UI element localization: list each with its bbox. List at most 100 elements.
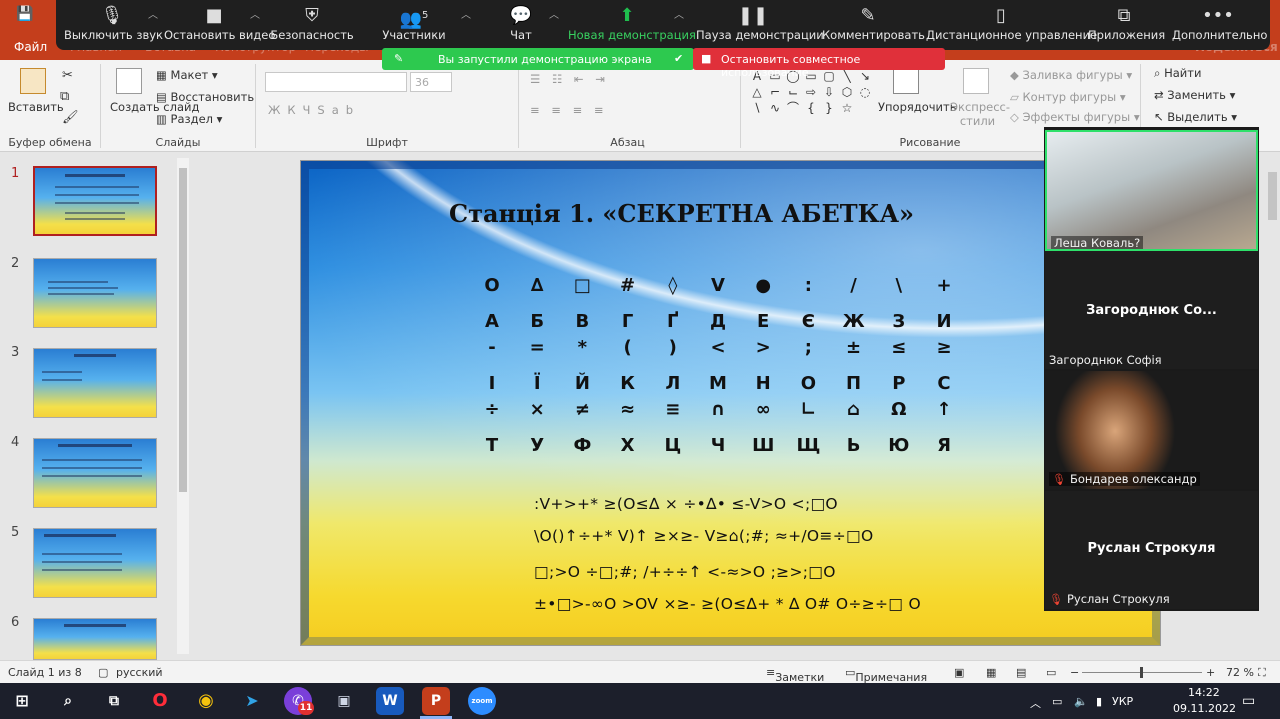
- save-icon[interactable]: ▣: [330, 687, 358, 715]
- slide-thumbnail-6[interactable]: [33, 618, 157, 660]
- chat-button[interactable]: 💬 Чат ︿: [496, 0, 559, 50]
- search-icon[interactable]: ⌕: [54, 687, 82, 715]
- zoom-out-button[interactable]: −: [1070, 666, 1079, 679]
- chevron-up-icon[interactable]: ︿: [549, 6, 559, 21]
- quick-styles-icon[interactable]: [963, 68, 989, 94]
- video-tile[interactable]: Руслан Строкуля 🎙 Руслан Строкуля: [1045, 491, 1258, 609]
- list-buttons[interactable]: ☰ ☷ ⇤ ⇥: [530, 72, 609, 86]
- tab-file[interactable]: Файл: [14, 40, 47, 54]
- slide-editor[interactable]: Станція 1. «СЕКРЕТНА АБЕТКА» O ∆ □ # ◊ V ●: / \ +…: [300, 160, 1161, 646]
- slide-thumbnail-3[interactable]: [33, 348, 157, 418]
- triangle-shape-icon[interactable]: △: [749, 85, 765, 99]
- new-slide-icon[interactable]: [116, 68, 142, 94]
- powerpoint-icon[interactable]: P: [422, 687, 450, 715]
- zoom-in-button[interactable]: +: [1206, 666, 1215, 679]
- language-indicator[interactable]: УКР: [1112, 695, 1133, 708]
- sorter-view-icon[interactable]: ▦: [986, 666, 996, 679]
- video-tile[interactable]: 🎙 Бондарев олександр: [1045, 371, 1258, 489]
- quick-styles-button[interactable]: Экспресс-стили: [950, 100, 1010, 128]
- font-name-select[interactable]: [265, 72, 407, 92]
- reset-button[interactable]: ▤ Восстановить: [156, 90, 254, 104]
- windows-start-icon[interactable]: ⊞: [8, 687, 36, 715]
- arc-shape-icon[interactable]: ⌒: [785, 101, 801, 115]
- section-button[interactable]: ▥ Раздел ▾: [156, 112, 222, 126]
- format-painter-icon[interactable]: 🖌: [62, 110, 79, 125]
- right-arrow-shape-icon[interactable]: ⇨: [803, 85, 819, 99]
- reading-view-icon[interactable]: ▤: [1016, 666, 1026, 679]
- more-button[interactable]: ••• Дополнительно: [1172, 0, 1267, 50]
- chevron-up-icon[interactable]: ︿: [1030, 695, 1041, 711]
- new-share-button[interactable]: ⬆ Новая демонстрация ︿: [568, 0, 696, 50]
- shape-outline-button[interactable]: ▱ Контур фигуры ▾: [1010, 90, 1126, 104]
- chevron-up-icon[interactable]: ︿: [250, 6, 260, 21]
- notes-button[interactable]: ≡ Заметки: [766, 666, 824, 684]
- connector2-shape-icon[interactable]: ⌙: [785, 85, 801, 99]
- word-icon[interactable]: W: [376, 687, 404, 715]
- select-button[interactable]: ↖ Выделить ▾: [1154, 110, 1237, 124]
- video-tile-active-speaker[interactable]: Леша Коваль?: [1045, 130, 1258, 251]
- network-icon[interactable]: ▭: [1052, 695, 1062, 708]
- down-arrow-shape-icon[interactable]: ⇩: [821, 85, 837, 99]
- font-format-buttons[interactable]: ЖКЧSab: [268, 103, 360, 117]
- brace-left-shape-icon[interactable]: {: [803, 101, 819, 115]
- align-buttons[interactable]: ≡ ≡ ≡ ≡: [530, 103, 608, 117]
- paste-icon[interactable]: [20, 68, 46, 94]
- callout-shape-icon[interactable]: ◌: [857, 85, 873, 99]
- star-shape-icon[interactable]: ☆: [839, 101, 855, 115]
- chevron-up-icon[interactable]: ︿: [674, 6, 684, 21]
- shape-fill-button[interactable]: ◆ Заливка фигуры ▾: [1010, 68, 1132, 82]
- apps-button[interactable]: ⧉ Приложения: [1088, 0, 1165, 50]
- notifications-icon[interactable]: ▭: [1242, 693, 1255, 709]
- security-button[interactable]: ⛨ Безопасность: [270, 0, 354, 50]
- clock-date[interactable]: 09.11.2022: [1173, 702, 1236, 715]
- cut-icon[interactable]: ✂: [62, 68, 73, 83]
- canvas-scrollbar[interactable]: [1265, 152, 1280, 660]
- clock-time[interactable]: 14:22: [1188, 686, 1220, 699]
- spellcheck-icon[interactable]: ▢: [98, 666, 108, 679]
- chevron-up-icon[interactable]: ︿: [461, 6, 471, 21]
- layout-button[interactable]: ▦ Макет ▾: [156, 68, 218, 82]
- opera-icon[interactable]: O: [146, 687, 174, 715]
- remote-control-button[interactable]: ▯ Дистанционное управление: [926, 0, 1097, 50]
- save-icon[interactable]: 💾: [16, 6, 33, 22]
- battery-icon[interactable]: ▮: [1096, 695, 1102, 708]
- font-size-select[interactable]: 36: [410, 72, 452, 92]
- find-button[interactable]: ⌕ Найти: [1154, 66, 1201, 81]
- paste-button[interactable]: Вставить: [8, 100, 64, 114]
- chevron-up-icon[interactable]: ︿: [148, 6, 158, 21]
- volume-icon[interactable]: 🔈: [1074, 695, 1088, 708]
- telegram-icon[interactable]: ➤: [238, 687, 266, 715]
- shape-effects-button[interactable]: ◇ Эффекты фигуры ▾: [1010, 110, 1140, 124]
- participants-button[interactable]: 👥5 Участники ︿: [374, 0, 471, 50]
- slide-thumbnail-1[interactable]: [33, 166, 157, 236]
- arrange-button[interactable]: Упорядочить: [878, 100, 957, 114]
- mute-audio-button[interactable]: 🎙 Выключить звук ︿: [64, 0, 163, 50]
- slide-thumbnail-2[interactable]: [33, 258, 157, 328]
- slide-thumbnail-4[interactable]: [33, 438, 157, 508]
- wave-shape-icon[interactable]: ∿: [767, 101, 783, 115]
- connector-shape-icon[interactable]: ⌐: [767, 85, 783, 99]
- curve-shape-icon[interactable]: ∖: [749, 101, 765, 115]
- brace-right-shape-icon[interactable]: }: [821, 101, 837, 115]
- zoom-level[interactable]: 72 %: [1226, 666, 1254, 679]
- hexagon-shape-icon[interactable]: ⬡: [839, 85, 855, 99]
- language-indicator[interactable]: русский: [116, 666, 163, 679]
- stop-share-button[interactable]: ■ Остановить совместное использование: [693, 48, 945, 79]
- fit-slide-icon[interactable]: ⛶: [1258, 666, 1266, 680]
- slide-title[interactable]: Станція 1. «СЕКРЕТНА АБЕТКА»: [301, 199, 1062, 228]
- task-view-icon[interactable]: ⧉: [100, 687, 128, 715]
- slide-thumbnail-5[interactable]: [33, 528, 157, 598]
- copy-icon[interactable]: ⧉: [60, 89, 69, 104]
- zoom-app-icon[interactable]: zoom: [468, 687, 496, 715]
- normal-view-icon[interactable]: ▣: [954, 666, 964, 679]
- annotate-button[interactable]: ✎ Комментировать: [822, 0, 925, 50]
- comments-button[interactable]: ▭ Примечания: [845, 666, 927, 684]
- viber-icon[interactable]: ✆ 11: [284, 687, 314, 715]
- video-tile[interactable]: Загороднюк Со... Загороднюк Софія: [1045, 251, 1258, 369]
- replace-button[interactable]: ⇄ Заменить ▾: [1154, 88, 1235, 102]
- chrome-icon[interactable]: ◉: [192, 687, 220, 715]
- slideshow-icon[interactable]: ▭: [1046, 666, 1056, 679]
- zoom-slider-thumb[interactable]: [1140, 667, 1143, 678]
- thumbnails-scroll-thumb[interactable]: [179, 168, 187, 492]
- pause-share-button[interactable]: ❚❚ Пауза демонстрации: [696, 0, 824, 50]
